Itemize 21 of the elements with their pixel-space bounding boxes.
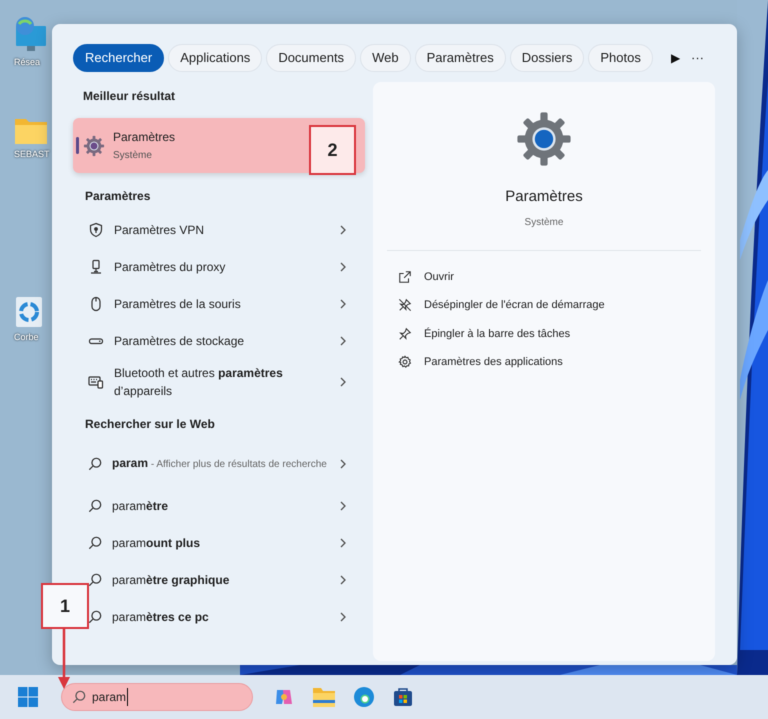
preview-title: Paramètres [505,187,583,207]
section-heading: Rechercher sur le Web [85,416,216,433]
result-subtitle: Système [113,149,153,163]
result-label: Paramètres de stockage [114,332,246,350]
suggestion-text: paramount plus [112,536,200,550]
suggestion-text: param [112,456,148,470]
section-heading: Meilleur résultat [83,88,176,105]
result-label: Paramètres de la souris [114,296,242,312]
number-callout-tooltip: 1 [41,583,89,629]
search-value: param [92,688,128,706]
suggestion-text: paramètre graphique [112,572,230,586]
preview-subtitle: Système [524,216,564,230]
suggestion-hint: - Afficher plus de résultats de recherche [150,459,327,470]
result-label: Bluetooth et autres paramètres d’appareils [114,365,284,400]
result-label: Paramètres VPN [114,222,206,238]
result-title: Paramètres [113,129,176,146]
suggestion-text: paramètre [112,498,168,512]
number-callout-tooltip: 2 [309,125,356,175]
result-label: Paramètres du proxy [114,258,226,276]
section-heading: Paramètres [85,188,152,205]
suggestion-text: paramètres ce pc [112,610,209,624]
